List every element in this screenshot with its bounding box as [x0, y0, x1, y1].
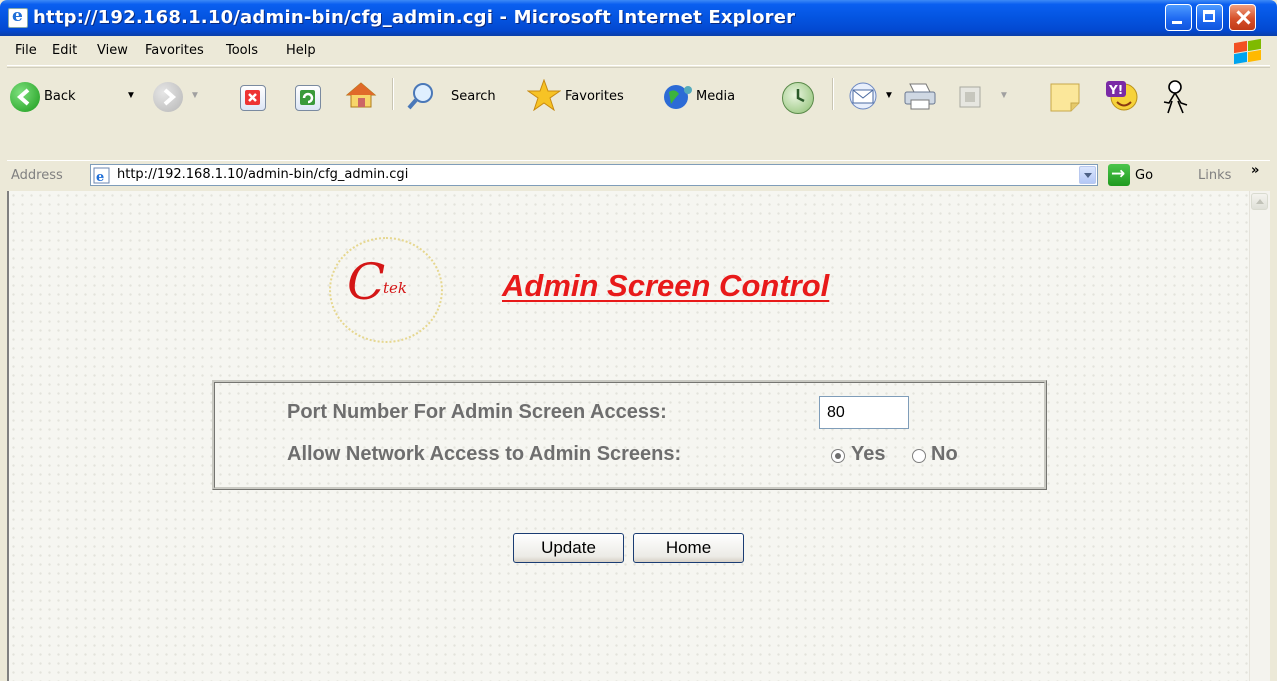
scroll-up-icon[interactable] — [1251, 193, 1268, 210]
menu-favorites[interactable]: Favorites — [145, 43, 204, 58]
ie-page-icon: e — [93, 167, 110, 185]
menu-help[interactable]: Help — [286, 43, 316, 58]
windows-logo-icon — [1230, 38, 1262, 65]
edit-page-icon[interactable] — [958, 85, 982, 109]
ctek-logo: C tek — [329, 237, 443, 343]
go-button-label[interactable]: Go — [1135, 168, 1153, 183]
close-button[interactable] — [1229, 4, 1256, 31]
update-button[interactable]: Update — [513, 533, 624, 563]
go-arrow-icon[interactable] — [1108, 164, 1130, 186]
print-icon[interactable] — [902, 80, 938, 112]
favorites-button-label[interactable]: Favorites — [565, 89, 624, 104]
radio-yes[interactable] — [831, 449, 845, 463]
minimize-button[interactable] — [1165, 4, 1192, 31]
menu-tools[interactable]: Tools — [226, 43, 258, 58]
window-titlebar[interactable]: http://192.168.1.10/admin-bin/cfg_admin.… — [0, 0, 1277, 36]
page-title: Admin Screen Control — [502, 268, 830, 303]
home-button[interactable]: Home — [633, 533, 744, 563]
history-icon[interactable] — [782, 82, 814, 114]
menu-edit[interactable]: Edit — [52, 43, 77, 58]
mail-dropdown-icon[interactable]: ▼ — [884, 90, 894, 101]
menu-view[interactable]: View — [97, 43, 128, 58]
forward-icon[interactable] — [153, 82, 183, 112]
forward-dropdown-icon[interactable]: ▼ — [190, 90, 200, 101]
address-url[interactable]: http://192.168.1.10/admin-bin/cfg_admin.… — [117, 167, 408, 182]
yahoo-messenger-icon[interactable]: Y! — [1104, 79, 1140, 113]
stop-icon[interactable] — [240, 85, 266, 111]
menu-bar: File Edit View Favorites Tools Help — [7, 38, 1270, 66]
ie-page-icon — [8, 6, 28, 28]
svg-text:Y!: Y! — [1108, 83, 1123, 97]
edit-dropdown-icon[interactable]: ▼ — [999, 90, 1009, 101]
logo-text: tek — [383, 279, 407, 297]
media-icon[interactable] — [663, 82, 693, 112]
svg-text:e: e — [96, 170, 104, 184]
address-input[interactable]: e http://192.168.1.10/admin-bin/cfg_admi… — [90, 164, 1098, 186]
menu-file[interactable]: File — [15, 43, 37, 58]
links-label[interactable]: Links — [1198, 168, 1231, 183]
port-label: Port Number For Admin Screen Access: — [287, 401, 667, 423]
search-icon[interactable] — [406, 81, 436, 111]
logo-letter: C — [347, 253, 386, 311]
search-button-label[interactable]: Search — [451, 89, 496, 104]
radio-no-label[interactable]: No — [931, 443, 958, 466]
back-icon[interactable] — [10, 82, 40, 112]
address-dropdown-icon[interactable] — [1079, 166, 1096, 184]
refresh-icon[interactable] — [295, 85, 321, 111]
media-button-label[interactable]: Media — [696, 89, 735, 104]
settings-form: Port Number For Admin Screen Access: All… — [212, 380, 1047, 490]
back-dropdown-icon[interactable]: ▼ — [126, 90, 136, 101]
links-more-icon[interactable]: » — [1251, 163, 1259, 178]
mail-icon[interactable] — [846, 81, 880, 111]
page-content: C tek Admin Screen Control Port Number F… — [7, 191, 1270, 681]
radio-yes-label[interactable]: Yes — [851, 443, 885, 466]
window-title: http://192.168.1.10/admin-bin/cfg_admin.… — [33, 7, 796, 28]
address-label: Address — [11, 168, 63, 183]
standard-toolbar: Back ▼ ▼ Search Favorites Media ▼ ▼ Y! — [7, 67, 1270, 164]
port-number-input[interactable] — [819, 396, 909, 429]
maximize-button[interactable] — [1196, 4, 1223, 31]
sticky-note-icon[interactable] — [1049, 81, 1081, 113]
favorites-star-icon[interactable] — [526, 78, 562, 112]
back-button-label[interactable]: Back — [44, 89, 76, 104]
radio-no[interactable] — [912, 449, 926, 463]
vertical-scrollbar[interactable] — [1249, 191, 1270, 681]
home-icon[interactable] — [344, 80, 378, 110]
messenger-buddy-icon[interactable] — [1159, 79, 1189, 115]
network-access-label: Allow Network Access to Admin Screens: — [287, 443, 682, 465]
address-bar: Address e http://192.168.1.10/admin-bin/… — [7, 160, 1270, 192]
